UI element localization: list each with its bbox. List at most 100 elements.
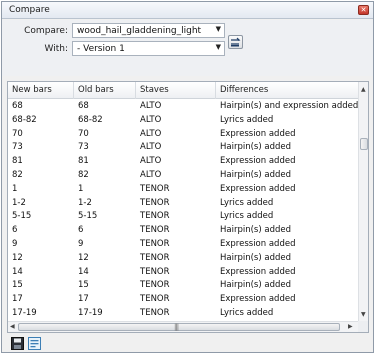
cell-old-bars: 70 <box>78 128 89 139</box>
export-icon <box>28 337 41 350</box>
cell-new-bars: 82 <box>12 170 23 180</box>
table-row[interactable]: 68 68 ALTO Hairpin(s) and expression added <box>8 100 358 112</box>
save-icon <box>11 337 24 350</box>
cell-old-bars: 15 <box>78 280 89 291</box>
with-label: With: <box>44 44 68 54</box>
cell-differences: Hairpin(s) added <box>220 225 291 236</box>
compare-select-value: wood_hail_gladdening_light <box>77 26 202 36</box>
horizontal-scroll-thumb[interactable]: ||| <box>18 323 340 331</box>
scroll-corner <box>358 321 368 332</box>
table-row[interactable]: 6 6 TENOR Hairpin(s) added <box>8 224 358 236</box>
table-row[interactable]: 82 82 ALTO Hairpin(s) added <box>8 169 358 181</box>
column-header-new-bars[interactable]: New bars <box>8 82 74 99</box>
cell-old-bars: 81 <box>78 156 89 167</box>
horizontal-scrollbar[interactable]: ◀ ||| ▶ <box>8 321 358 332</box>
cell-old-bars: 12 <box>78 252 89 263</box>
cell-new-bars: 68-82 <box>12 114 37 125</box>
table-row[interactable]: 1-2 1-2 TENOR Lyrics added <box>8 197 358 209</box>
cell-new-bars: 17-19 <box>12 308 37 318</box>
chevron-down-icon: ▼ <box>215 25 221 33</box>
cell-new-bars: 12 <box>12 252 23 263</box>
cell-staves: TENOR <box>140 211 170 222</box>
table-row[interactable]: 5-15 5-15 TENOR Lyrics added <box>8 210 358 222</box>
cell-staves: TENOR <box>140 197 170 208</box>
cell-differences: Expression added <box>220 128 296 139</box>
table-row[interactable]: 68-82 68-82 ALTO Lyrics added <box>8 114 358 126</box>
scroll-down-icon[interactable]: ▼ <box>361 311 366 318</box>
vertical-scrollbar[interactable]: ▲ ▼ <box>358 82 368 321</box>
cell-old-bars: 17 <box>78 294 89 305</box>
cell-staves: TENOR <box>140 183 170 194</box>
cell-old-bars: 5-15 <box>78 211 98 222</box>
table-row[interactable]: 15 15 TENOR Hairpin(s) added <box>8 279 358 291</box>
scroll-right-icon[interactable]: ▶ <box>348 323 353 330</box>
cell-new-bars: 81 <box>12 156 23 167</box>
column-header-differences[interactable]: Differences <box>216 82 358 99</box>
table-row[interactable]: 1 1 TENOR Expression added <box>8 183 358 195</box>
cell-differences: Expression added <box>220 266 296 277</box>
swap-button[interactable] <box>228 35 243 49</box>
cell-differences: Lyrics added <box>220 114 274 125</box>
cell-old-bars: 68 <box>78 101 89 111</box>
table-header: New bars Old bars Staves Differences <box>8 82 358 99</box>
cell-staves: ALTO <box>140 142 162 153</box>
cell-staves: TENOR <box>140 280 170 291</box>
export-button[interactable] <box>28 337 41 350</box>
cell-staves: ALTO <box>140 114 162 125</box>
table-row[interactable]: 14 14 TENOR Expression added <box>8 266 358 278</box>
table-row[interactable]: 70 70 ALTO Expression added <box>8 128 358 140</box>
vertical-scroll-thumb[interactable] <box>360 138 368 150</box>
scroll-up-icon[interactable]: ▲ <box>361 86 366 93</box>
title-bar: Compare ✕ <box>2 2 373 19</box>
table-row[interactable]: 81 81 ALTO Expression added <box>8 155 358 167</box>
cell-differences: Expression added <box>220 183 296 194</box>
cell-differences: Expression added <box>220 294 296 305</box>
grip-icon: ||| <box>174 323 179 331</box>
cell-old-bars: 82 <box>78 170 89 180</box>
chevron-down-icon: ▼ <box>215 43 221 51</box>
cell-old-bars: 1 <box>78 183 84 194</box>
window-title: Compare <box>9 5 50 15</box>
cell-differences: Hairpin(s) added <box>220 280 291 291</box>
column-header-staves[interactable]: Staves <box>136 82 216 99</box>
cell-differences: Expression added <box>220 239 296 249</box>
compare-select[interactable]: wood_hail_gladdening_light ▼ <box>72 23 225 38</box>
cell-old-bars: 6 <box>78 225 84 236</box>
close-icon[interactable]: ✕ <box>358 5 369 15</box>
cell-new-bars: 68 <box>12 101 23 111</box>
cell-old-bars: 73 <box>78 142 89 153</box>
save-button[interactable] <box>11 337 24 350</box>
cell-differences: Hairpin(s) and expression added <box>220 101 358 111</box>
cell-new-bars: 17 <box>12 294 23 305</box>
cell-old-bars: 17-19 <box>78 308 103 318</box>
scroll-left-icon[interactable]: ◀ <box>10 323 15 330</box>
cell-staves: TENOR <box>140 294 170 305</box>
cell-staves: TENOR <box>140 239 170 249</box>
cell-new-bars: 6 <box>12 225 18 236</box>
table-row[interactable]: 17-19 17-19 TENOR Lyrics added <box>8 307 358 319</box>
cell-new-bars: 15 <box>12 280 23 291</box>
cell-new-bars: 73 <box>12 142 23 153</box>
table-row[interactable]: 12 12 TENOR Hairpin(s) added <box>8 252 358 264</box>
cell-staves: ALTO <box>140 101 162 111</box>
compare-window: Compare ✕ Compare: wood_hail_gladdening_… <box>1 1 374 353</box>
table-row[interactable]: 17 17 TENOR Expression added <box>8 293 358 305</box>
cell-differences: Hairpin(s) added <box>220 252 291 263</box>
cell-staves: ALTO <box>140 170 162 180</box>
table-row[interactable]: 9 9 TENOR Expression added <box>8 238 358 250</box>
cell-differences: Lyrics added <box>220 211 274 222</box>
cell-differences: Hairpin(s) added <box>220 170 291 180</box>
differences-table: New bars Old bars Staves Differences 68 6… <box>7 81 369 333</box>
with-select[interactable]: - Version 1 ▼ <box>72 41 225 56</box>
cell-new-bars: 1 <box>12 183 18 194</box>
cell-staves: TENOR <box>140 225 170 236</box>
with-select-value: - Version 1 <box>77 44 125 54</box>
table-row[interactable]: 73 73 ALTO Hairpin(s) added <box>8 141 358 153</box>
cell-new-bars: 9 <box>12 239 18 249</box>
column-header-old-bars[interactable]: Old bars <box>74 82 136 99</box>
cell-new-bars: 70 <box>12 128 23 139</box>
cell-old-bars: 9 <box>78 239 84 249</box>
compare-label: Compare: <box>24 26 68 36</box>
cell-differences: Lyrics added <box>220 197 274 208</box>
cell-differences: Hairpin(s) added <box>220 142 291 153</box>
